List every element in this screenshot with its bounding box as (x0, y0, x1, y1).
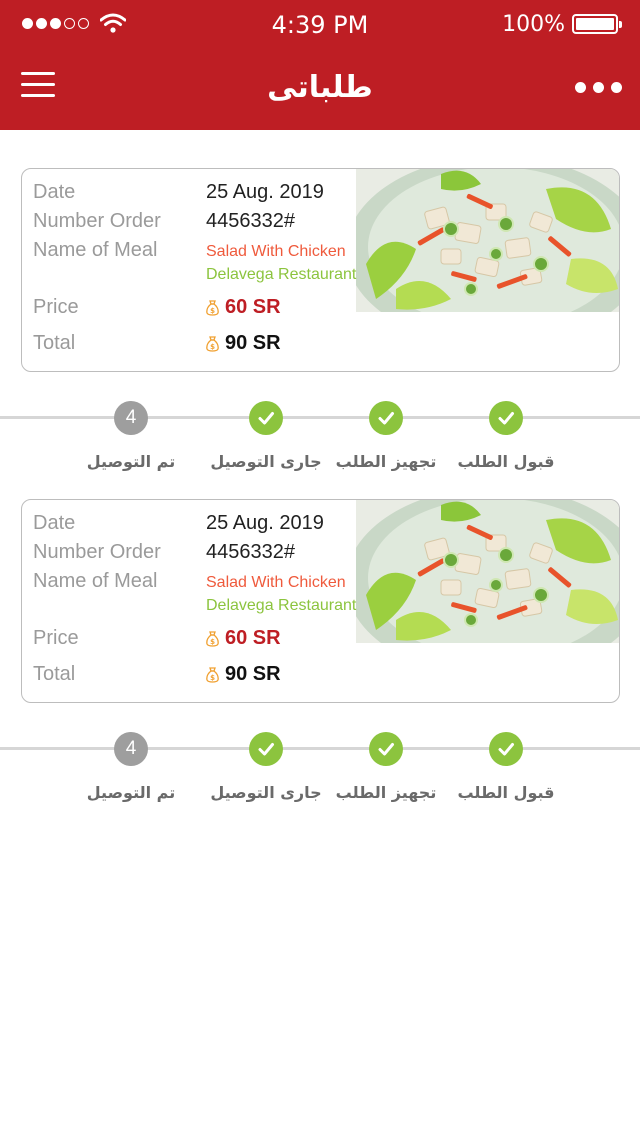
meal-name-label: Name of Meal (33, 570, 158, 592)
money-bag-icon (206, 336, 219, 352)
price-amount: 60 SR (225, 627, 281, 649)
order-date: 25 Aug. 2019 (206, 512, 324, 534)
meal-name: Salad With Chicken (206, 243, 346, 260)
step-number-badge: 4 (114, 401, 148, 435)
step-number-badge: 4 (114, 732, 148, 766)
total-label: Total (33, 663, 76, 685)
total-amount: 90 SR (225, 332, 281, 354)
meal-image (356, 169, 619, 312)
meal-name-label: Name of Meal (33, 239, 158, 261)
progress-line (0, 416, 640, 419)
step-check-icon (489, 401, 523, 435)
step-label: تم التوصيل (86, 452, 176, 471)
money-bag-icon (206, 300, 219, 316)
price-label: Price (33, 296, 79, 318)
total-label: Total (33, 332, 76, 354)
step-check-icon (249, 732, 283, 766)
more-dots-icon[interactable] (575, 82, 622, 93)
step-check-icon (489, 732, 523, 766)
total-value: 90 SR (206, 332, 281, 355)
checkmark-icon (256, 408, 276, 428)
step-check-icon (249, 401, 283, 435)
restaurant-name: Delavega Restaurant (206, 266, 357, 283)
app-header: طلباتى (0, 50, 640, 130)
number-order-label: Number Order (33, 541, 161, 563)
total-value: 90 SR (206, 663, 281, 686)
order-item: Date 25 Aug. 2019 Number Order 4456332# … (0, 499, 640, 819)
meal-name: Salad With Chicken (206, 574, 346, 591)
checkmark-icon (496, 739, 516, 759)
battery-percentage: 100% (502, 12, 565, 37)
step-label: قبول الطلب (457, 783, 555, 802)
checkmark-icon (376, 739, 396, 759)
checkmark-icon (376, 408, 396, 428)
date-label: Date (33, 181, 76, 203)
number-order-label: Number Order (33, 210, 161, 232)
order-card[interactable]: Date 25 Aug. 2019 Number Order 4456332# … (21, 168, 620, 372)
checkmark-icon (496, 408, 516, 428)
step-check-icon (369, 401, 403, 435)
order-card[interactable]: Date 25 Aug. 2019 Number Order 4456332# … (21, 499, 620, 703)
step-label: تجهيز الطلب (335, 452, 437, 471)
step-label: قبول الطلب (457, 452, 555, 471)
page-title: طلباتى (267, 70, 373, 105)
step-label: جارى التوصيل (210, 452, 322, 471)
order-number: 4456332# (206, 541, 295, 563)
price-amount: 60 SR (225, 296, 281, 318)
step-label: جارى التوصيل (210, 783, 322, 802)
step-check-icon (369, 732, 403, 766)
status-bar: 4:39 PM 100% (0, 0, 640, 50)
price-label: Price (33, 627, 79, 649)
checkmark-icon (256, 739, 276, 759)
order-number: 4456332# (206, 210, 295, 232)
money-bag-icon (206, 631, 219, 647)
battery-icon (572, 14, 622, 34)
meal-image (356, 500, 619, 643)
order-item: Date 25 Aug. 2019 Number Order 4456332# … (0, 168, 640, 488)
price-value: 60 SR (206, 627, 281, 650)
order-date: 25 Aug. 2019 (206, 181, 324, 203)
step-label: تجهيز الطلب (335, 783, 437, 802)
progress-line (0, 747, 640, 750)
restaurant-name: Delavega Restaurant (206, 597, 357, 614)
total-amount: 90 SR (225, 663, 281, 685)
price-value: 60 SR (206, 296, 281, 319)
money-bag-icon (206, 667, 219, 683)
date-label: Date (33, 512, 76, 534)
step-label: تم التوصيل (86, 783, 176, 802)
